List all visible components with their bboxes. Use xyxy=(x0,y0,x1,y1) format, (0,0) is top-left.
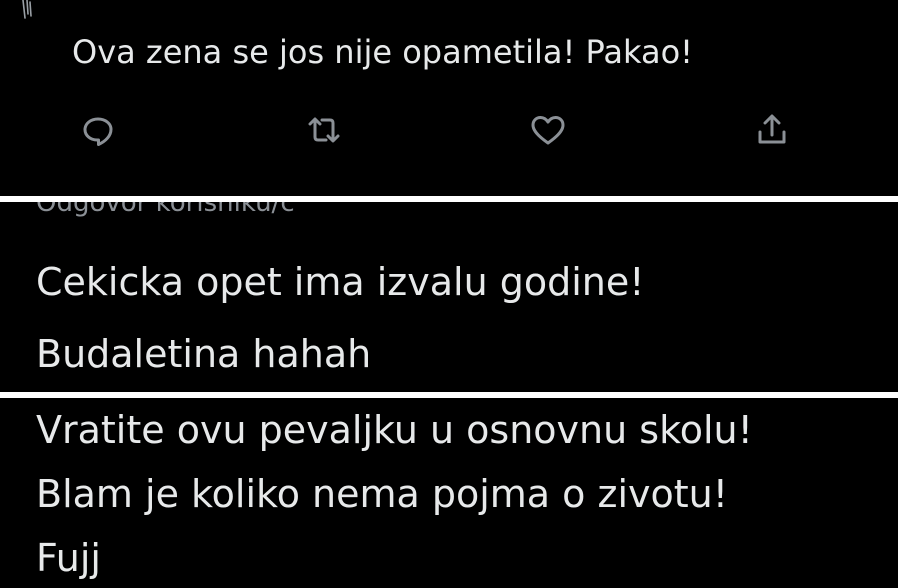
tweet-card-2: Odgovor korisniku/c Cekicka opet ima izv… xyxy=(0,202,898,392)
tweet-card-1: Ova zena se jos nije opametila! Pakao! xyxy=(0,0,898,196)
tweet-line: Cekicka opet ima izvalu godine! xyxy=(36,260,645,304)
tweet-card-3: Vratite ovu pevaljku u osnovnu skolu! Bl… xyxy=(0,398,898,588)
tweet-text: Vratite ovu pevaljku u osnovnu skolu! Bl… xyxy=(36,398,753,588)
retweet-arrows-icon xyxy=(308,117,340,143)
tweet-action-bar xyxy=(0,108,898,152)
tweet-text: Cekicka opet ima izvalu godine! Budaleti… xyxy=(36,246,644,390)
share-button[interactable] xyxy=(750,108,794,152)
heart-icon xyxy=(531,116,565,145)
reply-bubble-icon xyxy=(83,117,113,146)
retweet-button[interactable] xyxy=(302,108,346,152)
reply-context-label[interactable]: Odgovor korisniku/c xyxy=(36,202,295,218)
tweet-line: Budaletina hahah xyxy=(36,332,372,376)
partial-avatar-icon xyxy=(22,0,32,19)
tweet-line: Blam je koliko nema pojma o zivotu! xyxy=(36,472,728,516)
reply-button[interactable] xyxy=(76,108,120,152)
share-upload-icon xyxy=(758,114,786,144)
tweet-text: Ova zena se jos nije opametila! Pakao! xyxy=(72,33,693,71)
tweet-line: Fujj xyxy=(36,536,101,580)
tweet-line: Vratite ovu pevaljku u osnovnu skolu! xyxy=(36,408,753,452)
like-button[interactable] xyxy=(526,108,570,152)
